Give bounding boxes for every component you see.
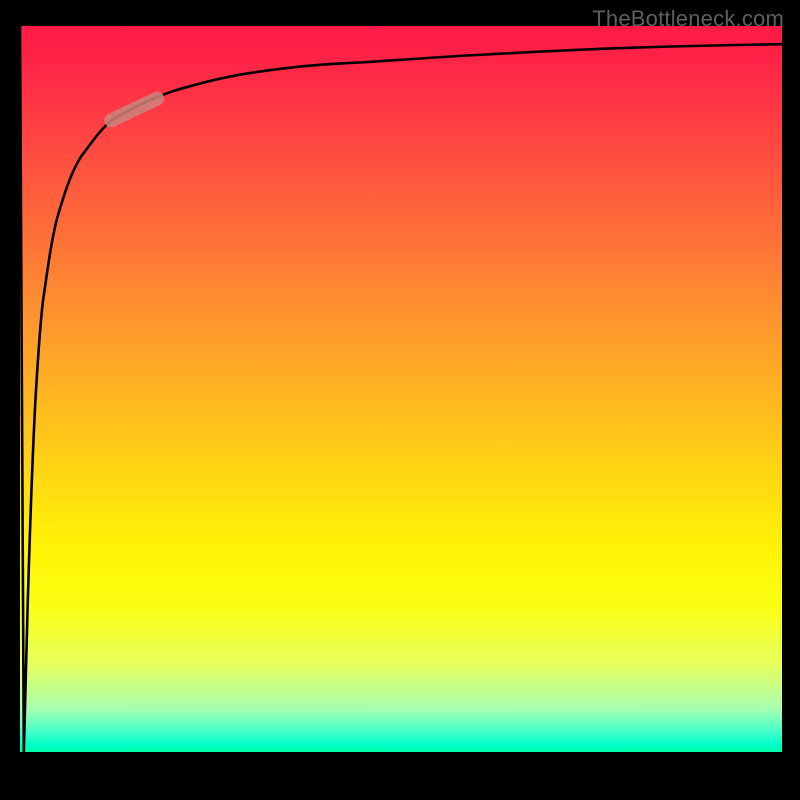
main-curve-path bbox=[20, 26, 782, 752]
curve-layer bbox=[20, 26, 782, 752]
chart-container: TheBottleneck.com bbox=[0, 0, 800, 800]
watermark-text: TheBottleneck.com bbox=[592, 6, 784, 32]
plot-area bbox=[20, 26, 782, 752]
marker-segment bbox=[111, 99, 157, 121]
